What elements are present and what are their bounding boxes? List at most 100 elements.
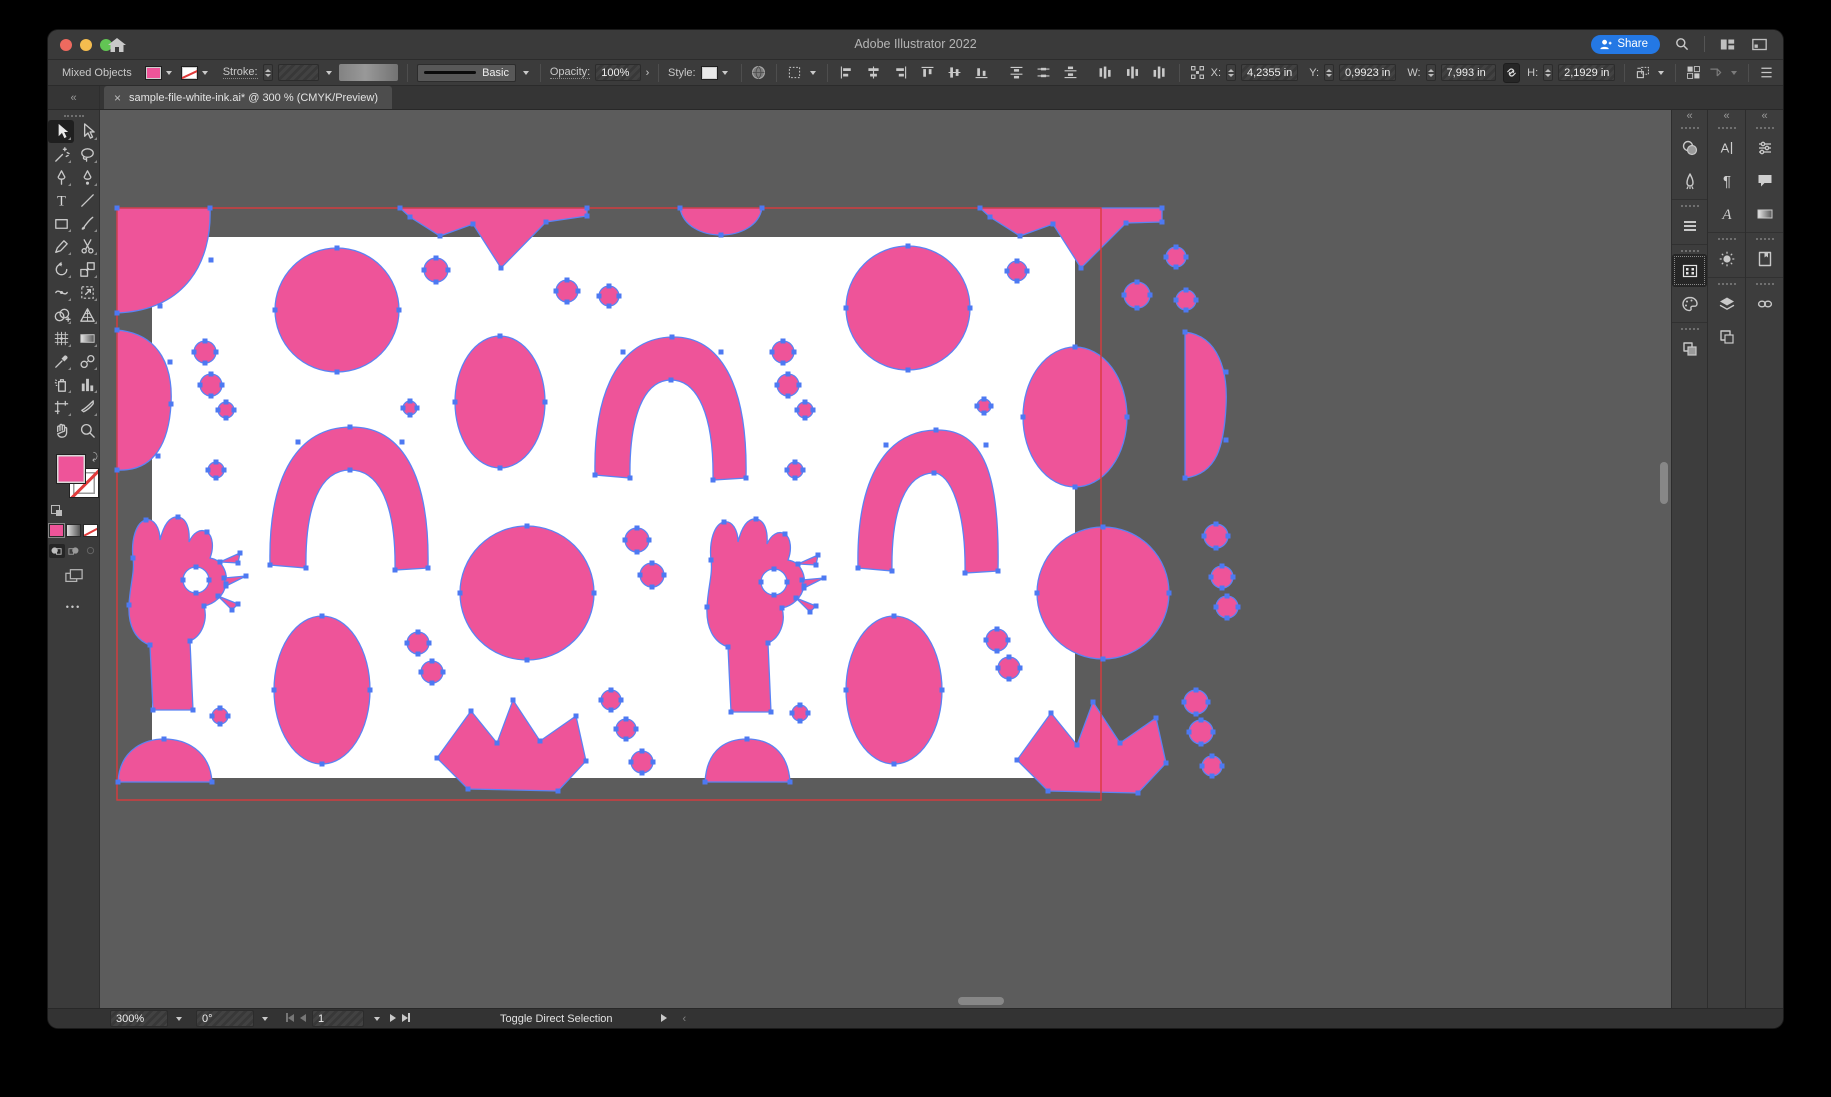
pattern-shape[interactable] — [274, 247, 400, 373]
default-fill-stroke-icon[interactable] — [51, 505, 62, 516]
color-button[interactable] — [49, 524, 64, 537]
panel-tab-artboards[interactable] — [1708, 320, 1745, 353]
pattern-shape[interactable] — [199, 373, 223, 397]
last-artboard-icon[interactable] — [402, 1012, 410, 1025]
pattern-shape[interactable] — [985, 628, 1009, 652]
panel-tab-links[interactable] — [1746, 287, 1783, 320]
pattern-shape[interactable] — [771, 340, 795, 364]
toolbar-collapse-chevrons[interactable]: « — [48, 86, 100, 109]
transform-options-caret[interactable] — [1656, 64, 1666, 81]
tool-hand[interactable] — [48, 419, 74, 442]
tool-direct-selection[interactable] — [74, 120, 100, 143]
distribute-bottom-icon[interactable] — [1061, 63, 1081, 83]
select-similar-caret[interactable] — [808, 64, 818, 81]
fill-color-swatch[interactable] — [144, 64, 176, 81]
pattern-shape[interactable] — [423, 257, 449, 283]
opacity-field[interactable]: 100% — [595, 64, 641, 81]
pattern-shape[interactable] — [997, 656, 1021, 680]
pattern-shape[interactable] — [555, 279, 579, 303]
tool-mesh[interactable] — [48, 327, 74, 350]
panel-tab-layers[interactable] — [1708, 287, 1745, 320]
rotation-caret[interactable] — [258, 1010, 272, 1027]
vertical-scroll-thumb[interactable] — [1660, 462, 1668, 504]
canvas-area[interactable] — [100, 110, 1671, 1008]
tool-width-tool[interactable] — [48, 281, 74, 304]
tool-pen[interactable] — [48, 166, 74, 189]
draw-inside-icon[interactable] — [83, 544, 99, 558]
artboard-number-field[interactable]: 1 — [312, 1010, 364, 1027]
document-setup-globe-icon[interactable] — [750, 63, 767, 83]
y-field[interactable]: 0,9923 in — [1339, 64, 1397, 81]
opacity-label[interactable]: Opacity: — [549, 66, 591, 79]
stroke-weight-caret[interactable] — [324, 64, 334, 81]
tool-lasso[interactable] — [74, 143, 100, 166]
align-left-icon[interactable] — [837, 63, 857, 83]
panel-collapse-chevrons[interactable]: « — [1761, 110, 1767, 124]
pattern-shape[interactable] — [193, 340, 217, 364]
tool-slice[interactable] — [74, 396, 100, 419]
pattern-shape[interactable] — [600, 689, 622, 711]
brush-caret[interactable] — [521, 64, 531, 81]
graphic-style-swatch[interactable] — [700, 64, 732, 81]
pattern-shape[interactable] — [598, 285, 620, 307]
distribute-top-icon[interactable] — [1007, 63, 1027, 83]
pattern-shape[interactable] — [273, 615, 371, 765]
stroke-weight-field[interactable] — [277, 64, 319, 81]
artboard-caret[interactable] — [370, 1010, 384, 1027]
zoom-level-field[interactable]: 300% — [110, 1010, 168, 1027]
tool-line-segment[interactable] — [74, 189, 100, 212]
pattern-artwork[interactable] — [100, 110, 1671, 1008]
pattern-shape[interactable] — [845, 615, 943, 765]
panel-group-drag-handle[interactable] — [1680, 250, 1699, 252]
rotation-field[interactable]: 0° — [196, 1010, 254, 1027]
tool-selection[interactable] — [48, 120, 74, 143]
draw-normal-icon[interactable] — [48, 544, 65, 558]
align-bottom-icon[interactable] — [972, 63, 992, 83]
panel-group-drag-handle[interactable] — [1680, 205, 1699, 207]
tool-blend[interactable] — [74, 350, 100, 373]
tool-rectangle[interactable] — [48, 212, 74, 235]
pattern-shape[interactable] — [1165, 246, 1187, 268]
pattern-shape[interactable] — [1203, 523, 1229, 549]
tool-artboard[interactable] — [48, 396, 74, 419]
h-stepper[interactable] — [1543, 64, 1554, 81]
panel-collapse-chevrons[interactable]: « — [1723, 110, 1729, 124]
panel-group-drag-handle[interactable] — [1755, 283, 1774, 285]
zoom-level-caret[interactable] — [172, 1010, 186, 1027]
horizontal-scrollbar[interactable] — [106, 997, 1657, 1006]
tool-symbol-sprayer[interactable] — [48, 373, 74, 396]
pattern-shape[interactable] — [454, 335, 546, 469]
tool-scale[interactable] — [74, 258, 100, 281]
pattern-shape[interactable] — [1183, 689, 1209, 715]
isolate-caret[interactable] — [1729, 64, 1739, 81]
x-stepper[interactable] — [1226, 64, 1236, 81]
pattern-shape[interactable] — [1188, 719, 1214, 745]
distribute-left-icon[interactable] — [1096, 63, 1116, 83]
panel-tab-paragraph[interactable]: ¶ — [1708, 164, 1745, 197]
tool-curvature[interactable] — [74, 166, 100, 189]
panel-tab-stroke[interactable] — [1672, 209, 1707, 242]
first-artboard-icon[interactable] — [286, 1012, 294, 1025]
toolbar-drag-handle[interactable] — [63, 115, 84, 117]
panel-group-drag-handle[interactable] — [1755, 127, 1774, 129]
next-artboard-icon[interactable] — [390, 1013, 396, 1025]
previous-artboard-icon[interactable] — [300, 1013, 306, 1025]
status-back-chevron[interactable]: ‹ — [683, 1013, 687, 1025]
swap-fill-stroke-icon[interactable]: ⤸ — [92, 452, 98, 463]
pattern-shape[interactable] — [615, 718, 637, 740]
document-tab[interactable]: × sample-file-white-ink.ai* @ 300 % (CMY… — [104, 86, 392, 109]
panel-tab-color[interactable] — [1708, 242, 1745, 275]
panel-tab-color-themes[interactable] — [1672, 287, 1707, 320]
brush-definition-select[interactable]: Basic — [417, 63, 516, 82]
tool-magic-wand[interactable] — [48, 143, 74, 166]
pattern-shape[interactable] — [1175, 289, 1197, 311]
tool-perspective-grid[interactable] — [74, 304, 100, 327]
tool-scissors[interactable] — [74, 235, 100, 258]
w-stepper[interactable] — [1425, 64, 1436, 81]
tab-close-icon[interactable]: × — [114, 91, 121, 105]
stroke-weight-label[interactable]: Stroke: — [222, 66, 258, 79]
fill-indicator[interactable] — [56, 454, 86, 484]
align-top-icon[interactable] — [918, 63, 938, 83]
panel-tab-glyphs[interactable]: A — [1708, 197, 1745, 230]
tool-pencil[interactable] — [48, 235, 74, 258]
